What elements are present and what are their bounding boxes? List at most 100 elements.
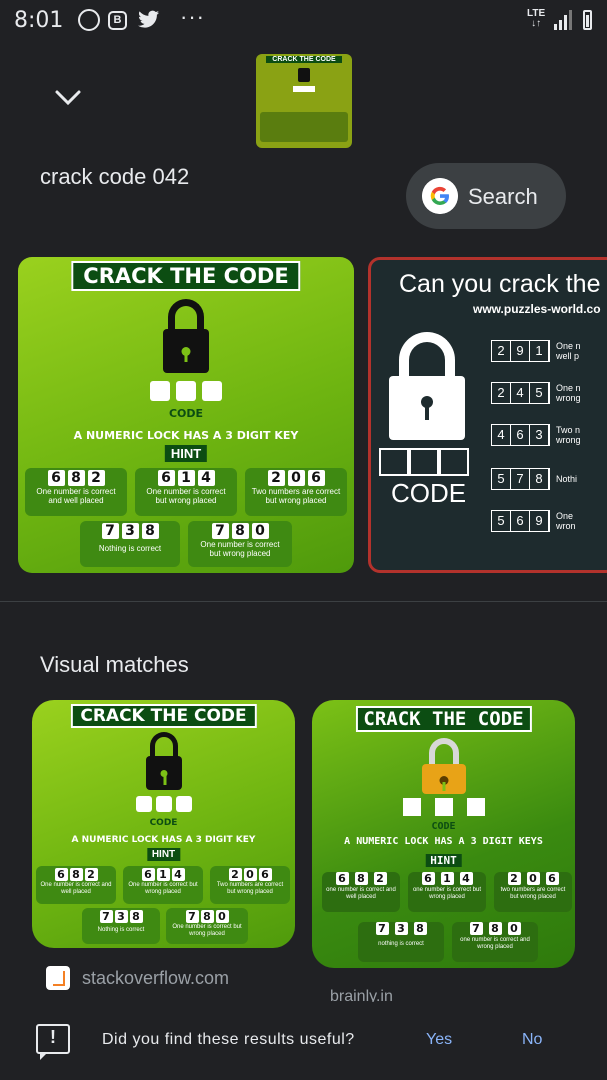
clue-text: Two numbers are correct but wrong placed [251,487,341,506]
clue-digit: 0 [215,910,229,923]
clue-digit: 1 [440,872,454,885]
clue-text: two numbers are correct but wrong placed [500,887,566,900]
feedback-question: Did you find these results useful? [102,1031,355,1048]
code-boxes [135,796,192,812]
thumb-boxes [293,86,315,92]
clue-digit: 4 [197,470,215,486]
clue-digit: 8 [67,470,85,486]
clue-digit: 5 [530,383,549,403]
feedback-bar: Did you find these results useful? Yes N… [0,1002,607,1080]
clue-digit: 2 [228,868,242,881]
clue-digit: 6 [511,511,530,531]
lock-icon [163,299,209,373]
clue-text: One n [556,341,581,351]
clue-text: One [556,511,574,521]
clue-text: Nothi [556,474,578,484]
card2-clue-row: 245 One n wrong [491,382,581,404]
result-image-can-you-crack[interactable]: Can you crack the www.puzzles-world.co C… [368,257,607,573]
clue-text: One number is correct but wrong placed [200,540,280,559]
chevron-down-icon[interactable] [54,88,82,108]
clue-digit: 9 [530,511,549,531]
clue-digit: 0 [526,872,540,885]
hint-label: HINT [146,848,181,861]
feedback-icon [36,1024,70,1054]
clue-card: 682 One number is correct and well place… [25,468,127,516]
card2-clue-row: 578 Nothi [491,468,577,490]
clue-digit: 6 [258,868,272,881]
clue-digit: 3 [530,425,549,445]
clue-digit: 1 [177,470,195,486]
clue-digit: 1 [530,341,549,361]
visual-match-brainly[interactable]: CRACK THE CODE CODE A NUMERIC LOCK HAS A… [312,700,575,968]
clue-digit: 7 [211,523,229,539]
clue-card: 614 one number is correct but wrong plac… [408,872,486,912]
clue-digit: 8 [200,910,214,923]
clue-digit: 6 [335,872,349,885]
feedback-no-button[interactable]: No [522,1031,542,1049]
clue-digit: 5 [492,469,511,489]
network-type: LTE ↓↑ [527,9,545,29]
clue-text: Two n [556,425,581,435]
clue-digit: 0 [287,470,305,486]
card4-statement: A NUMERIC LOCK HAS A 3 DIGIT KEYS [344,836,543,847]
search-query: crack code 042 [40,164,190,189]
clue-card: 682 One number is correct and well place… [36,866,116,904]
clue-digit: 1 [156,868,170,881]
clue-card: 614 One number is correct but wrong plac… [135,468,237,516]
card4-title: CRACK THE CODE [355,706,532,732]
clue-text: One number is correct and well placed [40,882,112,895]
clue-digit: 8 [530,469,549,489]
search-button[interactable]: Search [406,163,566,229]
clue-digit: 8 [413,922,427,935]
clue-text: nothing is correct [378,941,424,947]
section-divider [0,601,607,602]
code-label: CODE [168,407,204,420]
clue-text: one number is correct and wrong placed [460,937,530,950]
clue-digit: 7 [99,910,113,923]
overflow-dots-icon: ··· [180,4,205,29]
clue-digit: 4 [459,872,473,885]
clue-text: one number is correct and well placed [326,887,396,900]
clue-card: 682 one number is correct and well place… [322,872,400,912]
clue-digit: 3 [394,922,408,935]
puzzle-statement: A NUMERIC LOCK HAS A 3 DIGIT KEY [71,835,256,845]
card2-url: www.puzzles-world.co [473,302,601,316]
clue-card: 206 two numbers are correct but wrong pl… [494,872,572,912]
clue-digit: 7 [185,910,199,923]
clue-text: Nothing is correct [98,544,162,553]
code-boxes [150,381,222,401]
clue-digit: 7 [511,469,530,489]
visual-match-stackoverflow[interactable]: CRACK THE CODE CODE A NUMERIC LOCK HAS A… [32,700,295,948]
query-image-thumbnail[interactable]: CRACK THE CODE [256,54,352,148]
puzzle-title: CRACK THE CODE [71,261,301,291]
clue-card: 738 Nothing is correct [82,908,160,944]
clue-digit: 2 [87,470,105,486]
clue-digit: 7 [469,922,483,935]
battery-icon [583,10,592,30]
card2-clue-row: 291 One n well p [491,340,581,362]
clue-digit: 6 [47,470,65,486]
padlock-icon [389,332,465,440]
google-g-icon [422,178,458,214]
result-image-crack-the-code[interactable]: CRACK THE CODE CODE A NUMERIC LOCK HAS A… [18,257,354,573]
clue-digit: 8 [488,922,502,935]
clue-card: 206 Two numbers are correct but wrong pl… [245,468,347,516]
feedback-yes-button[interactable]: Yes [426,1031,452,1049]
app-badge-icon: B [108,11,127,30]
clue-digit: 2 [507,872,521,885]
hint-label: HINT [164,445,208,462]
clue-card: 738 Nothing is correct [80,521,180,567]
card2-clue-row: 569 One wron [491,510,576,532]
clue-digit: 9 [511,341,530,361]
thumb-title: CRACK THE CODE [266,56,342,63]
clue-digit: 3 [114,910,128,923]
gold-lock-icon [421,738,466,794]
stackoverflow-icon [46,966,70,990]
clue-text: one number is correct but wrong placed [412,887,482,900]
status-bar: 8:01 B ··· LTE ↓↑ [0,0,607,44]
puzzle-title: CRACK THE CODE [70,704,257,728]
clue-digit: 6 [141,868,155,881]
clue-text: One number is correct and well placed [36,487,116,506]
clue-digit: 6 [545,872,559,885]
clue-card: 738 nothing is correct [358,922,444,962]
